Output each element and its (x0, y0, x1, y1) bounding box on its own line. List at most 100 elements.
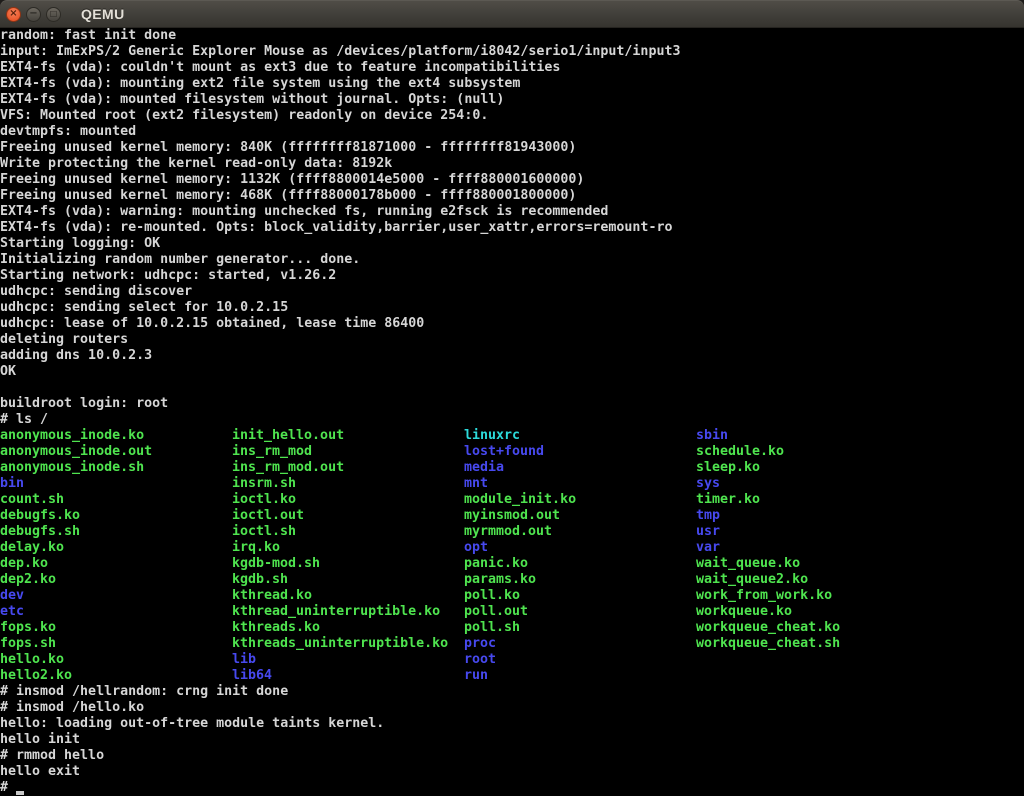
terminal-line (0, 380, 1024, 396)
ls-entry-exec: wait_queue.ko (696, 556, 1024, 572)
ls-entry-exec: ins_rm_mod (232, 444, 464, 460)
terminal-line: udhcpc: sending discover (0, 284, 1024, 300)
tail-log: # insmod /hellrandom: crng init done# in… (0, 684, 1024, 780)
terminal-line: EXT4-fs (vda): mounted filesystem withou… (0, 92, 1024, 108)
ls-row: delay.koirq.kooptvar (0, 540, 1024, 556)
ls-entry-exec: kgdb.sh (232, 572, 464, 588)
ls-entry-exec: sleep.ko (696, 460, 1024, 476)
ls-entry-dir: bin (0, 476, 232, 492)
terminal-line: Starting network: udhcpc: started, v1.26… (0, 268, 1024, 284)
ls-entry-exec: work_from_work.ko (696, 588, 1024, 604)
ls-row: bininsrm.shmntsys (0, 476, 1024, 492)
ls-entry-exec: wait_queue2.ko (696, 572, 1024, 588)
ls-entry-symlink: linuxrc (464, 428, 696, 444)
ls-row: anonymous_inode.koinit_hello.outlinuxrcs… (0, 428, 1024, 444)
ls-entry-dir: sbin (696, 428, 1024, 444)
minimize-button[interactable]: − (26, 7, 41, 22)
terminal-line: Freeing unused kernel memory: 840K (ffff… (0, 140, 1024, 156)
ls-row: devkthread.kopoll.kowork_from_work.ko (0, 588, 1024, 604)
ls-entry-dir: mnt (464, 476, 696, 492)
ls-entry-dir: lost+found (464, 444, 696, 460)
terminal-line: hello init (0, 732, 1024, 748)
close-icon: × (9, 9, 17, 19)
ls-entry-exec: dep.ko (0, 556, 232, 572)
ls-entry-exec: poll.ko (464, 588, 696, 604)
ls-entry-exec: module_init.ko (464, 492, 696, 508)
terminal-line: Starting logging: OK (0, 236, 1024, 252)
ls-entry-exec: hello.ko (0, 652, 232, 668)
ls-entry-exec: fops.sh (0, 636, 232, 652)
ls-entry-exec: ioctl.ko (232, 492, 464, 508)
terminal-line: # insmod /hellrandom: crng init done (0, 684, 1024, 700)
ls-row: hello2.kolib64run (0, 668, 1024, 684)
terminal-line: input: ImExPS/2 Generic Explorer Mouse a… (0, 44, 1024, 60)
ls-entry-exec: anonymous_inode.sh (0, 460, 232, 476)
ls-row: anonymous_inode.outins_rm_modlost+founds… (0, 444, 1024, 460)
ls-row: fops.shkthreads_uninterruptible.koprocwo… (0, 636, 1024, 652)
ls-entry-dir: dev (0, 588, 232, 604)
terminal-line: udhcpc: sending select for 10.0.2.15 (0, 300, 1024, 316)
ls-entry-exec: kthread_uninterruptible.ko (232, 604, 464, 620)
minimize-icon: − (29, 9, 37, 19)
terminal-line: hello exit (0, 764, 1024, 780)
ls-entry-exec: params.ko (464, 572, 696, 588)
ls-entry-exec: workqueue_cheat.ko (696, 620, 1024, 636)
title-bar[interactable]: × − □ QEMU (0, 0, 1024, 28)
terminal-line: udhcpc: lease of 10.0.2.15 obtained, lea… (0, 316, 1024, 332)
terminal-line: buildroot login: root (0, 396, 1024, 412)
ls-entry-exec: poll.sh (464, 620, 696, 636)
ls-row: count.shioctl.komodule_init.kotimer.ko (0, 492, 1024, 508)
ls-entry-dir: proc (464, 636, 696, 652)
ls-entry-exec: kgdb-mod.sh (232, 556, 464, 572)
ls-entry-exec: fops.ko (0, 620, 232, 636)
ls-entry-exec: dep2.ko (0, 572, 232, 588)
terminal-line: # ls / (0, 412, 1024, 428)
ls-entry-exec: ins_rm_mod.out (232, 460, 464, 476)
ls-row: dep2.kokgdb.shparams.kowait_queue2.ko (0, 572, 1024, 588)
terminal-line: deleting routers (0, 332, 1024, 348)
close-button[interactable]: × (6, 7, 21, 22)
ls-entry-empty (696, 652, 1024, 668)
ls-entry-dir: usr (696, 524, 1024, 540)
ls-entry-exec: init_hello.out (232, 428, 464, 444)
ls-entry-dir: root (464, 652, 696, 668)
ls-entry-dir: run (464, 668, 696, 684)
terminal-line: adding dns 10.0.2.3 (0, 348, 1024, 364)
ls-entry-exec: ioctl.sh (232, 524, 464, 540)
terminal-line: Write protecting the kernel read-only da… (0, 156, 1024, 172)
ls-output: anonymous_inode.koinit_hello.outlinuxrcs… (0, 428, 1024, 684)
terminal-line: random: fast init done (0, 28, 1024, 44)
terminal-line: Freeing unused kernel memory: 468K (ffff… (0, 188, 1024, 204)
terminal-line: Freeing unused kernel memory: 1132K (fff… (0, 172, 1024, 188)
ls-entry-exec: kthreads.ko (232, 620, 464, 636)
ls-entry-exec: timer.ko (696, 492, 1024, 508)
ls-entry-dir: tmp (696, 508, 1024, 524)
ls-row: debugfs.koioctl.outmyinsmod.outtmp (0, 508, 1024, 524)
maximize-icon: □ (50, 10, 58, 18)
ls-row: debugfs.shioctl.shmyrmmod.outusr (0, 524, 1024, 540)
ls-entry-exec: workqueue.ko (696, 604, 1024, 620)
terminal-line: Initializing random number generator... … (0, 252, 1024, 268)
ls-entry-exec: kthread.ko (232, 588, 464, 604)
ls-entry-exec: hello2.ko (0, 668, 232, 684)
ls-entry-exec: myinsmod.out (464, 508, 696, 524)
ls-entry-exec: panic.ko (464, 556, 696, 572)
terminal-line: EXT4-fs (vda): re-mounted. Opts: block_v… (0, 220, 1024, 236)
ls-entry-exec: debugfs.ko (0, 508, 232, 524)
terminal-line: EXT4-fs (vda): mounting ext2 file system… (0, 76, 1024, 92)
window-title: QEMU (81, 6, 125, 22)
maximize-button[interactable]: □ (46, 7, 61, 22)
ls-entry-exec: ioctl.out (232, 508, 464, 524)
ls-entry-exec: irq.ko (232, 540, 464, 556)
shell-prompt: # (0, 780, 16, 795)
terminal-line: # rmmod hello (0, 748, 1024, 764)
ls-entry-exec: anonymous_inode.out (0, 444, 232, 460)
ls-entry-exec: debugfs.sh (0, 524, 232, 540)
terminal-cursor (16, 791, 24, 795)
ls-entry-exec: kthreads_uninterruptible.ko (232, 636, 464, 652)
terminal-screen[interactable]: random: fast init doneinput: ImExPS/2 Ge… (0, 28, 1024, 796)
ls-row: dep.kokgdb-mod.shpanic.kowait_queue.ko (0, 556, 1024, 572)
ls-entry-exec: workqueue_cheat.sh (696, 636, 1024, 652)
ls-row: fops.kokthreads.kopoll.shworkqueue_cheat… (0, 620, 1024, 636)
terminal-line: VFS: Mounted root (ext2 filesystem) read… (0, 108, 1024, 124)
